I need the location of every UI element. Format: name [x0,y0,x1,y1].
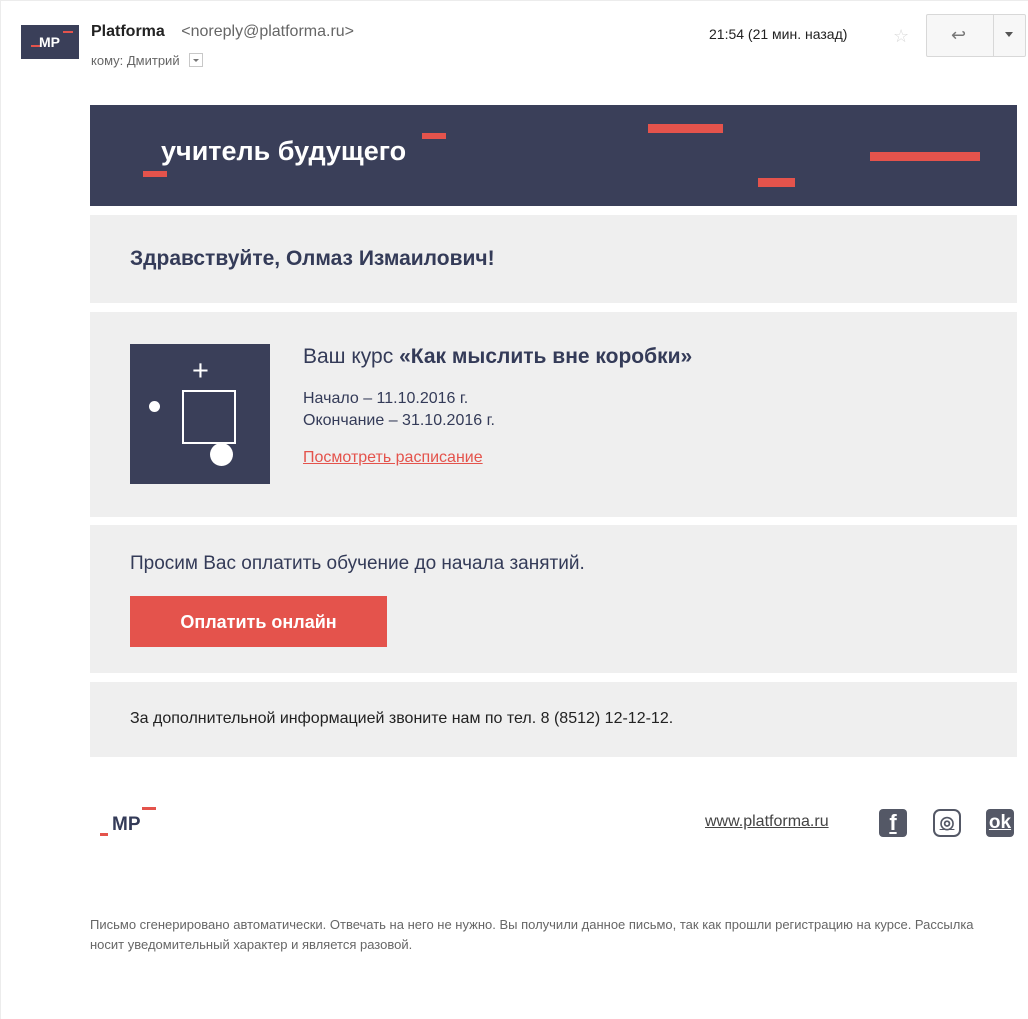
hero-accent-middle [758,178,795,187]
course-title: Ваш курс «Как мыслить вне коробки» [303,345,692,369]
payment-card: Просим Вас оплатить обучение до начала з… [90,525,1017,673]
course-card: + Ваш курс «Как мыслить вне коробки» Нач… [90,312,1017,517]
odnoklassniki-icon[interactable]: ok [986,809,1014,837]
pay-online-button[interactable]: Оплатить онлайн [130,596,387,647]
dropdown-caret-icon [1005,32,1013,37]
course-name: «Как мыслить вне коробки» [399,345,693,368]
website-link[interactable]: www.platforma.ru [705,813,829,831]
hero-accent-right [870,152,980,161]
schedule-link[interactable]: Посмотреть расписание [303,449,483,467]
recipient-line[interactable]: кому: Дмитрий [91,53,204,68]
automatic-message-note: Письмо сгенерировано автоматически. Отве… [90,917,974,952]
course-prefix: Ваш курс [303,345,394,368]
message-actions: ↩ [926,14,1026,57]
greeting-card: Здравствуйте, Олмаз Измаилович! [90,215,1017,303]
email-view: MP Platforma <noreply@platforma.ru> кому… [0,0,1028,1019]
footer-logo-text: MP [112,814,141,835]
footer-logo-accent-right [142,807,156,810]
star-icon[interactable]: ☆ [893,26,909,47]
payment-text: Просим Вас оплатить обучение до начала з… [130,553,585,574]
footer-logo[interactable]: MP [99,807,157,842]
recipient-label: кому: Дмитрий [91,53,180,68]
reply-icon: ↩ [951,25,967,45]
end-date: Окончание – 31.10.2016 г. [303,412,495,429]
hero-accent-title [422,133,446,139]
footer-logo-accent-left [100,833,108,836]
facebook-icon[interactable]: f [879,809,907,837]
instagram-icon[interactable]: ◎ [933,809,961,837]
avatar-logo-text: MP [39,34,60,50]
contact-text: За дополнительной информацией звоните на… [130,710,674,727]
hero-accent-left [143,171,167,177]
course-dates: Начало – 11.10.2016 г. Окончание – 31.10… [303,388,495,432]
avatar-accent-right [63,31,73,33]
recipient-dropdown-icon[interactable] [189,53,204,67]
greeting-text: Здравствуйте, Олмаз Измаилович! [130,247,495,270]
contact-card: За дополнительной информацией звоните на… [90,682,1017,757]
sender-name[interactable]: Platforma [91,23,165,40]
start-date: Начало – 11.10.2016 г. [303,390,469,407]
sender-avatar[interactable]: MP [21,25,79,59]
sender-email[interactable]: <noreply@platforma.ru> [181,23,354,40]
square-icon [182,390,236,444]
message-time: 21:54 (21 мин. назад) [709,26,848,42]
reply-button[interactable]: ↩ [927,15,994,56]
sender-info[interactable]: Platforma <noreply@platforma.ru> [91,23,354,41]
email-hero-banner: учитель будущего [90,105,1017,206]
plus-icon: + [192,355,209,387]
large-dot-icon [210,443,233,466]
more-actions-button[interactable] [994,15,1025,56]
hero-title: учитель будущего [161,136,407,166]
hero-accent-top [648,124,723,133]
course-image: + [130,344,270,484]
small-dot-icon [149,401,160,412]
